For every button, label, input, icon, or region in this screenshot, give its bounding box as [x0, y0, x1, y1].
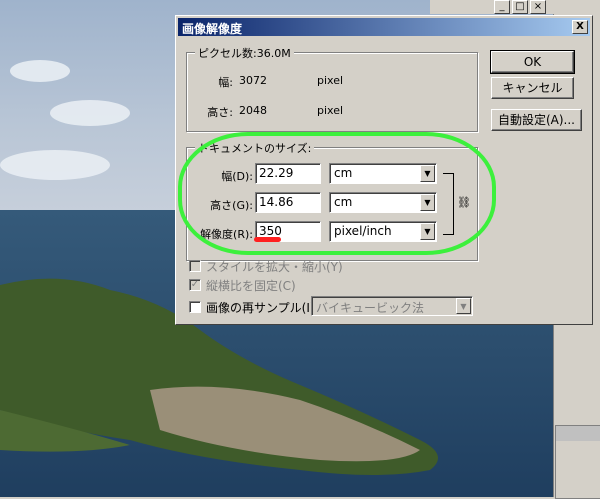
resample-method: バイキュービック法 — [316, 301, 425, 315]
scale-styles-label: スタイルを拡大・縮小(Y) — [206, 260, 343, 274]
pixel-dimensions-group: ピクセル数:36.0M 幅: 3072 pixel 高さ: 2048 pixel — [186, 45, 478, 132]
ok-button[interactable]: OK — [490, 50, 575, 74]
close-icon[interactable]: × — [530, 0, 546, 14]
resample-label: 画像の再サンプル(I): — [206, 301, 319, 315]
secondary-window-titlebar — [556, 426, 600, 441]
resample-checkbox[interactable] — [189, 301, 201, 313]
parent-window-titlebar: _ □ × — [430, 0, 600, 14]
constrain-proportions-checkbox[interactable]: ✓ — [189, 279, 201, 291]
dropdown-arrow-icon[interactable]: ▼ — [456, 298, 471, 314]
dialog-title: 画像解像度 — [182, 22, 243, 36]
cancel-button[interactable]: キャンセル — [491, 77, 574, 99]
pixel-height-value: 2048 — [239, 104, 267, 117]
pixel-dimensions-header: ピクセル数:36.0M — [195, 45, 294, 61]
red-underline-mark — [254, 237, 281, 242]
highlight-ellipse — [178, 132, 496, 255]
dialog-titlebar: 画像解像度 X — [178, 18, 590, 36]
auto-button[interactable]: 自動設定(A)... — [491, 109, 582, 131]
pixel-height-unit: pixel — [317, 104, 344, 117]
pixel-width-label: 幅: — [218, 76, 233, 89]
resample-method-select[interactable]: バイキュービック法 ▼ — [311, 296, 473, 316]
pixel-width-unit: pixel — [317, 74, 344, 87]
constrain-proportions-label: 縦横比を固定(C) — [206, 279, 296, 293]
scale-styles-checkbox[interactable] — [189, 260, 201, 272]
close-icon[interactable]: X — [572, 20, 588, 34]
maximize-icon[interactable]: □ — [512, 0, 528, 14]
minimize-icon[interactable]: _ — [494, 0, 510, 14]
secondary-window — [555, 425, 600, 499]
pixel-height-label: 高さ: — [207, 106, 233, 119]
pixel-width-value: 3072 — [239, 74, 267, 87]
